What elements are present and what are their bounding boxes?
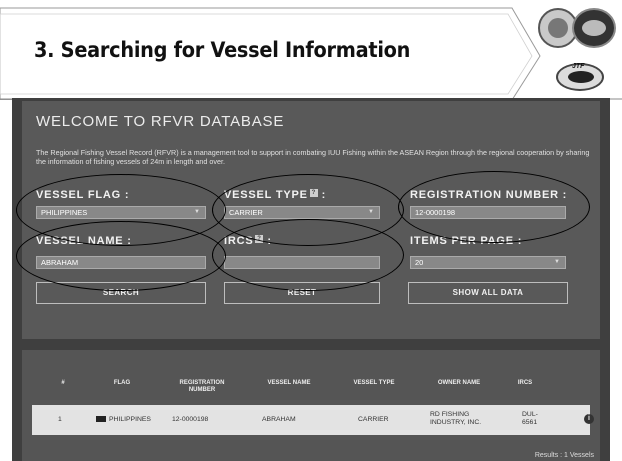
row-ircs: DUL-6561 <box>522 411 538 426</box>
results-panel: # FLAG REGISTRATION NUMBER VESSEL NAME V… <box>22 350 600 461</box>
table-row[interactable]: 1 PHILIPPINES 12-0000198 ABRAHAM CARRIER… <box>32 405 594 435</box>
items-per-page-select[interactable]: 20 ▼ <box>410 256 566 269</box>
row-num: 1 <box>58 416 62 423</box>
column-header-vessel-type: VESSEL TYPE <box>353 380 395 386</box>
highlight-ellipse <box>212 219 404 291</box>
jtf-logo: JTF <box>556 63 604 91</box>
flag-icon <box>96 416 106 423</box>
page-description: The Regional Fishing Vessel Record (RFVR… <box>36 148 590 166</box>
page-heading: WELCOME TO RFVR DATABASE <box>36 113 285 130</box>
column-header-num: # <box>61 380 65 386</box>
search-panel: WELCOME TO RFVR DATABASE The Regional Fi… <box>16 101 600 339</box>
column-header-vessel-name: VESSEL NAME <box>267 380 311 386</box>
jtf-logo-text: JTF <box>572 63 585 70</box>
items-per-page-value: 20 <box>415 258 424 267</box>
info-icon[interactable]: i <box>584 414 594 424</box>
column-header-flag: FLAG <box>113 380 131 386</box>
highlight-ellipse <box>398 171 590 243</box>
results-count: Results : 1 Vessels <box>534 452 594 459</box>
rfvr-screenshot: WELCOME TO RFVR DATABASE The Regional Fi… <box>12 98 610 461</box>
row-registration-number: 12-0000198 <box>172 416 209 423</box>
column-header-ircs: IRCS <box>517 380 533 386</box>
row-owner-name: RD FISHING INDUSTRY, INC. <box>430 411 482 426</box>
slide-title: 3. Searching for Vessel Information <box>34 38 411 62</box>
row-flag: PHILIPPINES <box>96 416 151 424</box>
row-flag-text: PHILIPPINES <box>109 416 151 423</box>
highlight-ellipse <box>16 221 226 291</box>
column-header-registration-number: REGISTRATION NUMBER <box>179 380 225 393</box>
chevron-down-icon: ▼ <box>554 259 560 265</box>
seafdec-logo <box>572 8 616 48</box>
row-vessel-name: ABRAHAM <box>262 416 296 423</box>
show-all-data-button[interactable]: SHOW ALL DATA <box>408 282 568 304</box>
column-header-owner-name: OWNER NAME <box>437 380 481 386</box>
row-vessel-type: CARRIER <box>358 416 389 423</box>
